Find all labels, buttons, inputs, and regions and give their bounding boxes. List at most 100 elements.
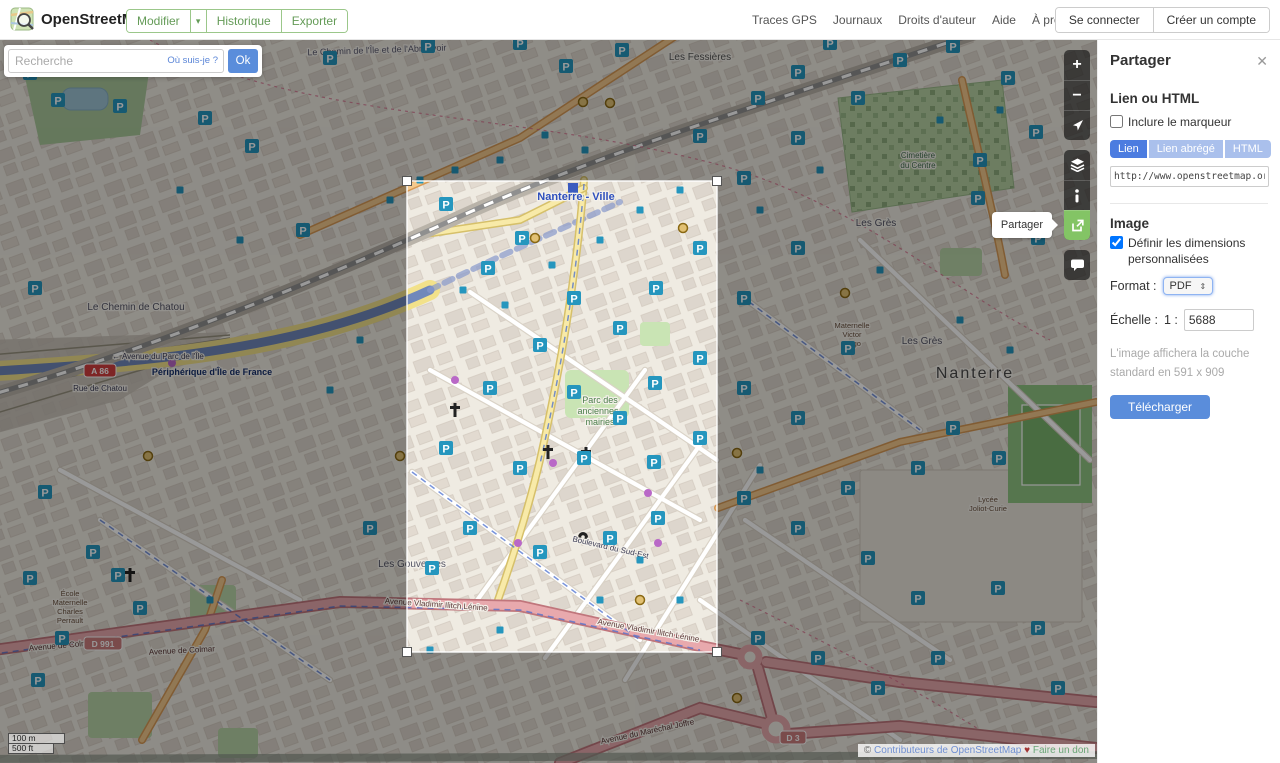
format-row: Format : PDF ⇕ (1110, 277, 1268, 295)
map-node-marker (677, 597, 684, 604)
download-button[interactable]: Télécharger (1110, 395, 1210, 419)
share-tooltip: Partager (992, 212, 1052, 238)
locate-arrow-icon (1070, 119, 1084, 133)
header-links: Traces GPS Journaux Droits d'auteur Aide… (752, 0, 1080, 40)
map-info-button[interactable] (1064, 180, 1090, 210)
share-icon (1070, 218, 1085, 233)
include-marker-checkbox[interactable] (1110, 115, 1123, 128)
include-marker-row: Inclure le marqueur (1110, 114, 1268, 130)
parking-icon-glyph: P (696, 244, 703, 256)
parking-icon-glyph: P (428, 564, 435, 576)
tab-html[interactable]: HTML (1225, 140, 1271, 158)
nav-diaries[interactable]: Journaux (833, 13, 882, 27)
layers-icon (1070, 158, 1085, 172)
scale-label: Échelle : (1110, 313, 1158, 327)
nav-gps-traces[interactable]: Traces GPS (752, 13, 817, 27)
church-cross-icon (543, 448, 553, 451)
parking-icon-glyph: P (696, 434, 703, 446)
select-updown-icon: ⇕ (1200, 282, 1207, 291)
map-node-marker (497, 627, 504, 634)
parking-icon-glyph: P (536, 341, 543, 353)
zoom-in-button[interactable]: + (1064, 50, 1090, 80)
image-section-title: Image (1110, 216, 1268, 231)
format-label: Format : (1110, 279, 1157, 293)
tab-short-link[interactable]: Lien abrégé (1149, 140, 1223, 158)
map-note-button[interactable] (1064, 250, 1090, 280)
church-cross-icon (547, 445, 550, 459)
parking-icon-glyph: P (616, 414, 623, 426)
share-panel-title: Partager (1110, 52, 1171, 69)
zoom-out-button[interactable]: − (1064, 80, 1090, 110)
poi-dot (531, 234, 540, 243)
image-note: L'image affichera la couche standard en … (1110, 345, 1268, 383)
search-submit-button[interactable]: Ok (228, 49, 258, 73)
where-am-i-link[interactable]: Où suis-je ? (167, 55, 218, 66)
shop-dot (451, 376, 459, 384)
map-node-marker (597, 597, 604, 604)
parking-icon-glyph: P (570, 294, 577, 306)
export-button[interactable]: Exporter (281, 10, 347, 32)
share-panel: Partager ✕ Lien ou HTML Inclure le marqu… (1097, 40, 1280, 763)
donate-link[interactable]: Faire un don (1033, 745, 1089, 756)
parking-icon-glyph: P (651, 379, 658, 391)
parking-icon-glyph: P (654, 514, 661, 526)
parking-icon-glyph: P (652, 284, 659, 296)
map-control-strip: + − (1064, 50, 1090, 290)
parking-icon-glyph: P (606, 534, 613, 546)
parking-icon-glyph: P (484, 264, 491, 276)
parking-icon-glyph: P (570, 388, 577, 400)
include-marker-label: Inclure le marqueur (1128, 114, 1231, 130)
nav-copyright[interactable]: Droits d'auteur (898, 13, 976, 27)
map-node-marker (502, 302, 509, 309)
minus-icon: − (1072, 87, 1081, 105)
map-attribution: © Contributeurs de OpenStreetMap ♥ Faire… (858, 744, 1095, 757)
map-label: anciennes (577, 406, 619, 416)
account-buttons: Se connecter Créer un compte (1055, 7, 1270, 33)
signup-button[interactable]: Créer un compte (1153, 8, 1269, 32)
parking-icon-glyph: P (516, 464, 523, 476)
tab-link[interactable]: Lien (1110, 140, 1147, 158)
edit-dropdown-caret[interactable]: ▾ (190, 10, 206, 32)
format-select[interactable]: PDF ⇕ (1163, 277, 1214, 295)
scale-input[interactable] (1184, 309, 1254, 331)
map-action-buttons: Modifier ▾ Historique Exporter (126, 9, 348, 33)
map-node-marker (460, 287, 467, 294)
scale-row: Échelle : 1 : (1110, 309, 1268, 331)
parking-icon-glyph: P (442, 200, 449, 212)
share-button[interactable] (1064, 210, 1090, 240)
comment-bubble-icon (1070, 258, 1085, 272)
link-format-tabs: Lien Lien abrégé HTML (1110, 140, 1268, 158)
scale-control: 100 m 500 ft (8, 733, 65, 754)
format-value: PDF (1170, 280, 1192, 292)
poi-dot (679, 224, 688, 233)
close-icon[interactable]: ✕ (1256, 54, 1268, 68)
map-canvas[interactable]: Le Chemin de l'Île et de l'AbreuvoirLes … (0, 40, 1097, 763)
nav-help[interactable]: Aide (992, 13, 1016, 27)
map-label: Parc des (582, 395, 618, 405)
info-icon (1074, 189, 1080, 203)
shop-dot (644, 489, 652, 497)
locate-button[interactable] (1064, 110, 1090, 140)
map-viewport[interactable]: Le Chemin de l'Île et de l'AbreuvoirLes … (0, 40, 1097, 763)
custom-dimensions-checkbox[interactable] (1110, 236, 1123, 249)
custom-dimensions-row: Définir les dimensions personnalisées (1110, 235, 1268, 267)
parking-icon-glyph: P (536, 548, 543, 560)
link-section-title: Lien ou HTML (1110, 91, 1268, 106)
parking-icon-glyph: P (466, 524, 473, 536)
layers-button[interactable] (1064, 150, 1090, 180)
parking-icon-glyph: P (696, 354, 703, 366)
contributors-link[interactable]: Contributeurs de OpenStreetMap (874, 745, 1021, 756)
plus-icon: + (1072, 56, 1081, 74)
edit-button[interactable]: Modifier (127, 10, 190, 32)
shop-dot (549, 459, 557, 467)
history-button[interactable]: Historique (206, 10, 281, 32)
login-button[interactable]: Se connecter (1056, 8, 1153, 32)
panel-divider (1110, 203, 1268, 204)
map-label: mairies (585, 417, 615, 427)
share-url-input[interactable] (1110, 166, 1269, 187)
shop-dot (654, 539, 662, 547)
scale-imperial: 500 ft (8, 743, 54, 754)
map-node-marker (637, 557, 644, 564)
map-label: Nanterre - Ville (537, 191, 614, 203)
parking-icon-glyph: P (650, 458, 657, 470)
